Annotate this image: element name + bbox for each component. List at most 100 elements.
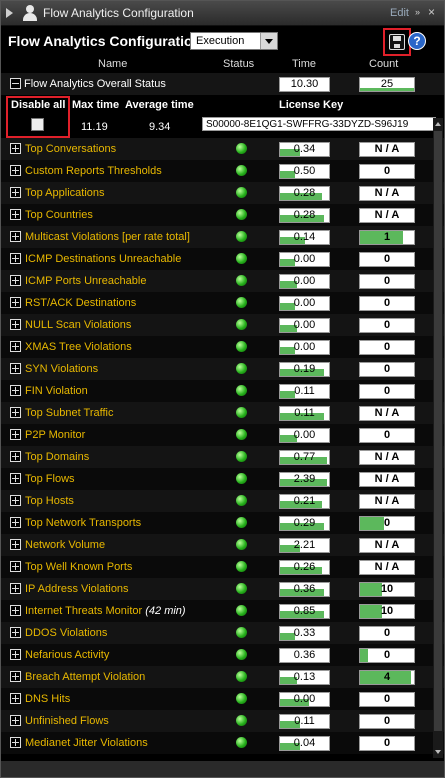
count-value: 0 xyxy=(383,165,391,177)
rule-name[interactable]: Top Flows xyxy=(25,473,75,485)
expand-plus-icon[interactable] xyxy=(10,495,21,506)
count-fill xyxy=(360,605,382,618)
expand-plus-icon[interactable] xyxy=(10,297,21,308)
rule-name[interactable]: NULL Scan Violations xyxy=(25,319,131,331)
time-value: 0.26 xyxy=(293,561,316,573)
expand-plus-icon[interactable] xyxy=(10,429,21,440)
expand-plus-icon[interactable] xyxy=(10,363,21,374)
rule-name[interactable]: ICMP Destinations Unreachable xyxy=(25,253,181,265)
chevron-icon[interactable]: » xyxy=(415,7,420,17)
expand-plus-icon[interactable] xyxy=(10,561,21,572)
time-box: 0.29 xyxy=(279,516,330,531)
expand-plus-icon[interactable] xyxy=(10,407,21,418)
expand-plus-icon[interactable] xyxy=(10,473,21,484)
rule-name[interactable]: Medianet Jitter Violations xyxy=(25,737,148,749)
rule-name-text: FIN Violation xyxy=(25,385,88,397)
rule-name[interactable]: Nefarious Activity xyxy=(25,649,109,661)
help-icon[interactable]: ? xyxy=(408,32,426,50)
time-box: 0.00 xyxy=(279,296,330,311)
expand-plus-icon[interactable] xyxy=(10,605,21,616)
time-fill xyxy=(280,390,295,398)
rule-name[interactable]: Multicast Violations [per rate total] xyxy=(25,231,190,243)
rule-name[interactable]: SYN Violations xyxy=(25,363,98,375)
scroll-down-icon[interactable] xyxy=(435,750,441,754)
time-value: 0.11 xyxy=(294,715,315,727)
time-value: 0.21 xyxy=(293,495,316,507)
rule-name[interactable]: Custom Reports Thresholds xyxy=(25,165,162,177)
rule-name[interactable]: Top Domains xyxy=(25,451,89,463)
rule-name[interactable]: FIN Violation xyxy=(25,385,88,397)
expand-plus-icon[interactable] xyxy=(10,187,21,198)
expand-plus-icon[interactable] xyxy=(10,451,21,462)
dropdown-arrow-icon[interactable] xyxy=(260,33,277,49)
rule-row: FIN Violation 0.11 0 xyxy=(1,380,444,402)
status-ok-icon xyxy=(236,143,247,154)
status-ok-icon xyxy=(236,693,247,704)
rule-name[interactable]: P2P Monitor xyxy=(25,429,85,441)
expand-plus-icon[interactable] xyxy=(10,341,21,352)
rule-name[interactable]: IP Address Violations xyxy=(25,583,129,595)
expand-plus-icon[interactable] xyxy=(10,517,21,528)
expand-plus-icon[interactable] xyxy=(10,143,21,154)
count-value: 0 xyxy=(383,429,391,441)
expand-plus-icon[interactable] xyxy=(10,737,21,748)
rule-name[interactable]: Breach Attempt Violation xyxy=(25,671,145,683)
count-box: N / A xyxy=(359,186,415,201)
mode-select[interactable]: Execution xyxy=(190,32,278,50)
expand-plus-icon[interactable] xyxy=(10,583,21,594)
expand-plus-icon[interactable] xyxy=(10,539,21,550)
rule-name[interactable]: Internet Threats Monitor (42 min) xyxy=(25,605,186,617)
rule-name-text: ICMP Ports Unreachable xyxy=(25,275,147,287)
rule-name[interactable]: Top Subnet Traffic xyxy=(25,407,113,419)
rule-name[interactable]: DDOS Violations xyxy=(25,627,107,639)
count-value: N / A xyxy=(374,495,400,507)
rule-name-text: Top Network Transports xyxy=(25,517,142,529)
expand-plus-icon[interactable] xyxy=(10,649,21,660)
rule-name-text: Network Volume xyxy=(25,539,106,551)
rule-name-text: Unfinished Flows xyxy=(25,715,109,727)
expand-plus-icon[interactable] xyxy=(10,231,21,242)
rule-name[interactable]: Top Countries xyxy=(25,209,93,221)
rule-name[interactable]: Top Network Transports xyxy=(25,517,141,529)
rule-name-text: DDOS Violations xyxy=(25,627,108,639)
license-key-field[interactable]: S00000-8E1QG1-SWFFRG-33DYZD-S96J19 xyxy=(202,117,436,131)
rule-name[interactable]: Network Volume xyxy=(25,539,105,551)
count-value: 10 xyxy=(380,605,394,617)
scroll-thumb[interactable] xyxy=(434,131,442,731)
collapse-minus-icon[interactable] xyxy=(10,78,21,89)
expand-plus-icon[interactable] xyxy=(10,693,21,704)
expand-plus-icon[interactable] xyxy=(10,671,21,682)
rule-name-text: Top Conversations xyxy=(25,143,117,155)
expand-plus-icon[interactable] xyxy=(10,385,21,396)
scroll-up-icon[interactable] xyxy=(435,122,441,126)
rule-name[interactable]: Top Conversations xyxy=(25,143,116,155)
expand-plus-icon[interactable] xyxy=(10,627,21,638)
rule-name[interactable]: DNS Hits xyxy=(25,693,70,705)
time-value: 0.14 xyxy=(293,231,316,243)
save-icon[interactable] xyxy=(389,34,405,50)
rule-name[interactable]: RST/ACK Destinations xyxy=(25,297,136,309)
expand-plus-icon[interactable] xyxy=(10,275,21,286)
expand-plus-icon[interactable] xyxy=(10,253,21,264)
expand-plus-icon[interactable] xyxy=(10,209,21,220)
collapse-triangle-icon[interactable] xyxy=(6,8,13,18)
scrollbar[interactable] xyxy=(433,118,443,758)
rule-row: Top Domains 0.77 N / A xyxy=(1,446,444,468)
rule-name[interactable]: Top Applications xyxy=(25,187,105,199)
count-box: N / A xyxy=(359,560,415,575)
count-box: 0 xyxy=(359,362,415,377)
rule-name[interactable]: ICMP Ports Unreachable xyxy=(25,275,146,287)
expand-plus-icon[interactable] xyxy=(10,319,21,330)
count-value: N / A xyxy=(374,407,400,419)
rule-row: XMAS Tree Violations 0.00 0 xyxy=(1,336,444,358)
rule-row: NULL Scan Violations 0.00 0 xyxy=(1,314,444,336)
count-fill xyxy=(360,583,382,596)
edit-link[interactable]: Edit xyxy=(390,7,409,19)
expand-plus-icon[interactable] xyxy=(10,715,21,726)
close-icon[interactable]: × xyxy=(428,5,435,19)
expand-plus-icon[interactable] xyxy=(10,165,21,176)
rule-name[interactable]: Top Hosts xyxy=(25,495,74,507)
rule-name[interactable]: Unfinished Flows xyxy=(25,715,109,727)
rule-name[interactable]: XMAS Tree Violations xyxy=(25,341,132,353)
rule-name[interactable]: Top Well Known Ports xyxy=(25,561,132,573)
